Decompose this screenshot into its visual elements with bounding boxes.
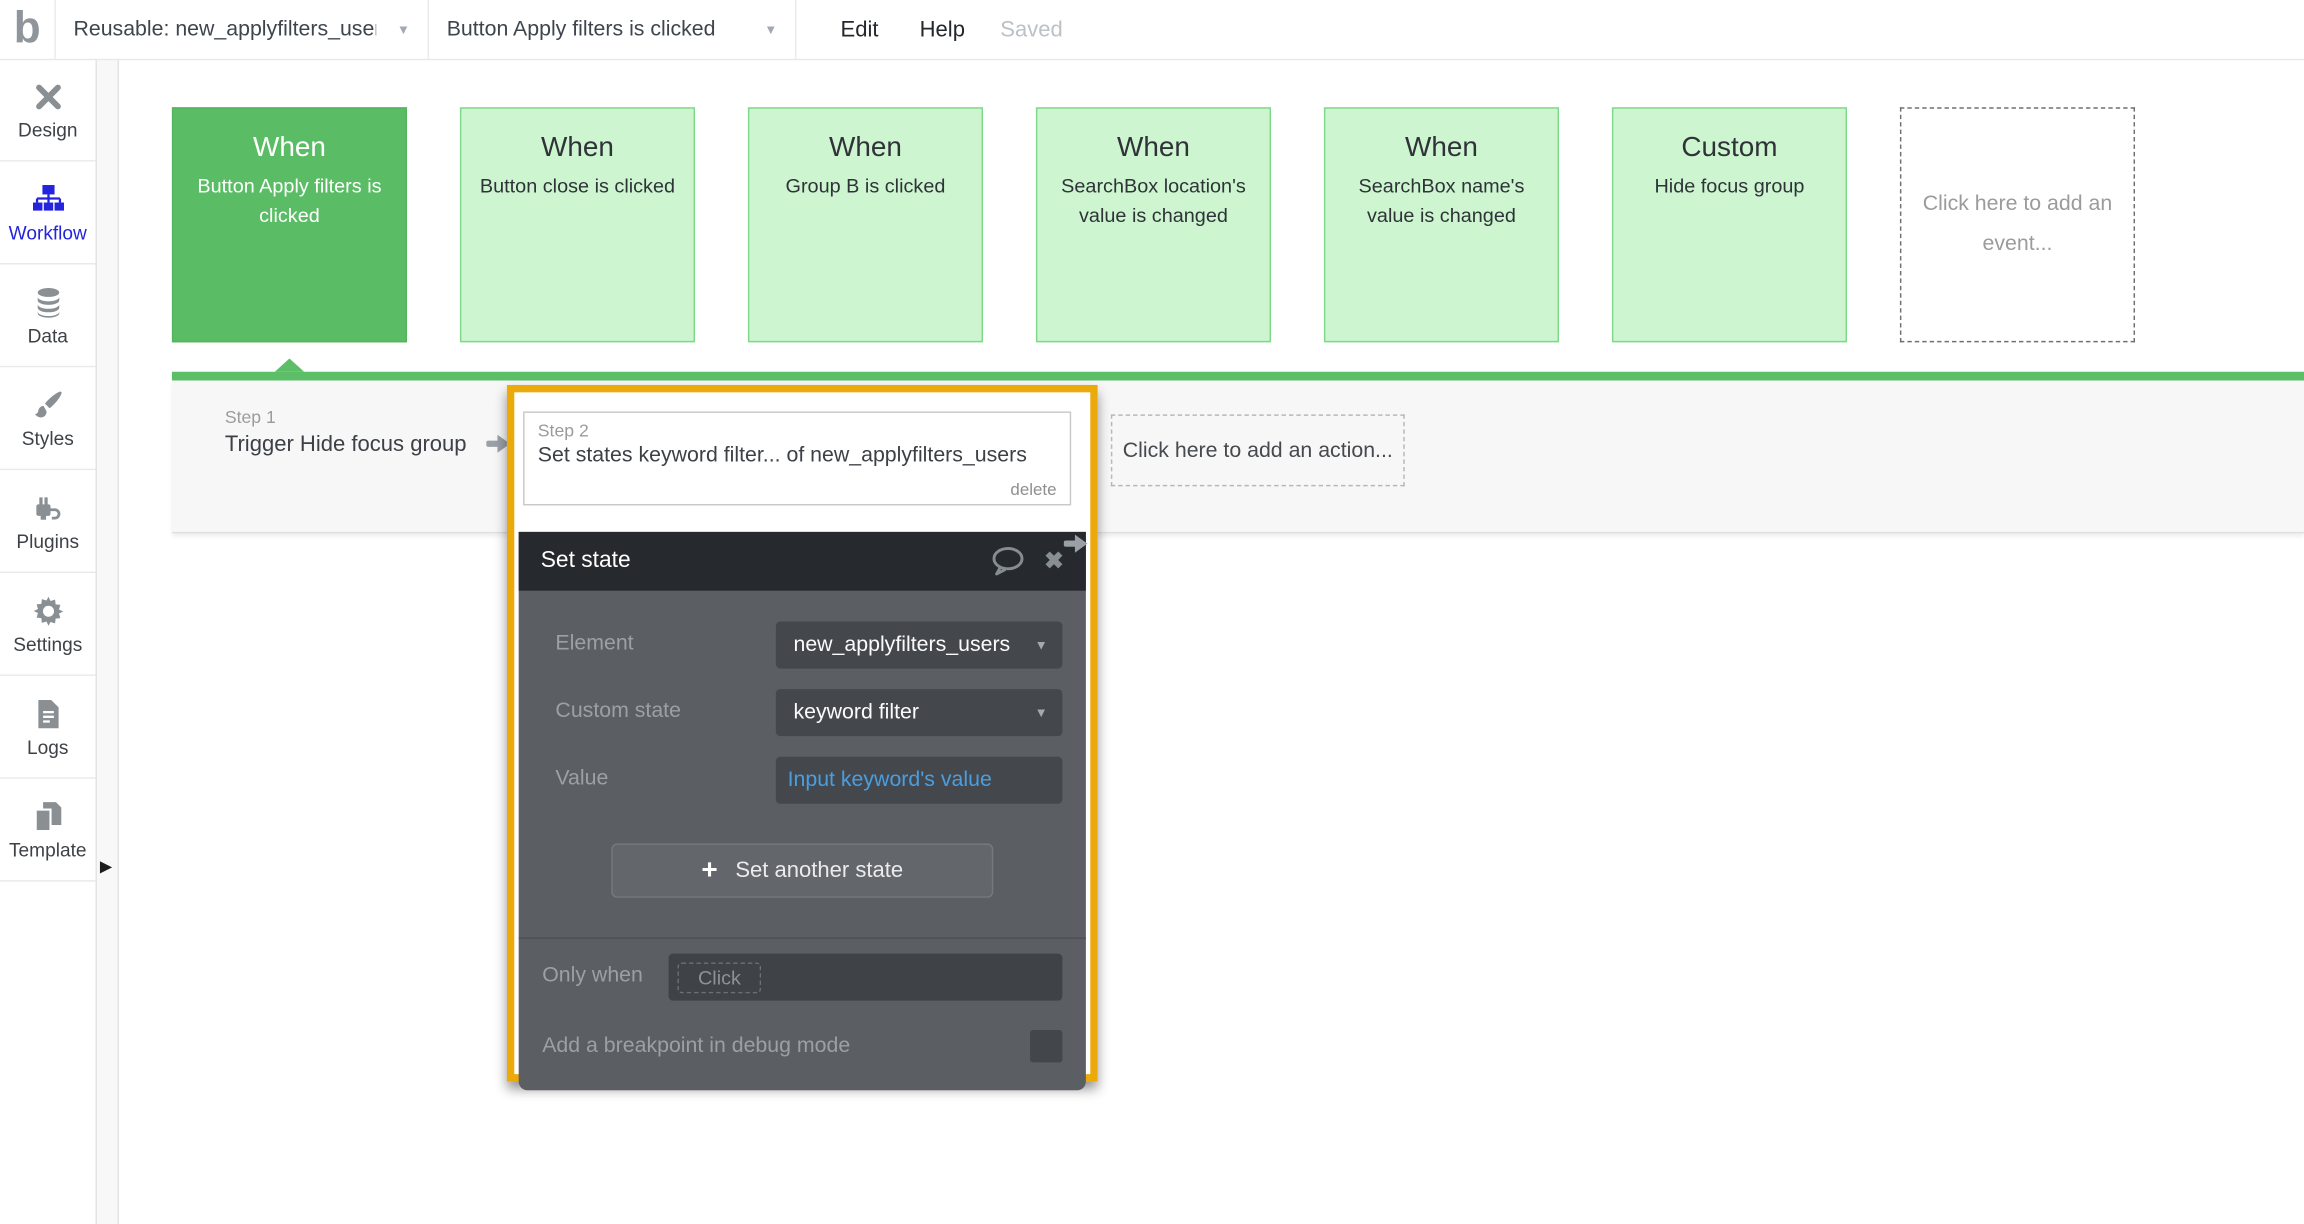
step-number-label: Step 1 <box>225 407 467 428</box>
custom-state-label: Custom state <box>542 689 681 736</box>
step-title: Set states keyword filter... of new_appl… <box>538 444 1055 468</box>
page-selector-value: Reusable: new_applyfilters_users <box>73 18 376 42</box>
event-description: Hide focus group <box>1613 172 1845 201</box>
popup-title: Set state <box>541 548 631 574</box>
event-card-1[interactable]: When Button Apply filters is clicked <box>172 107 407 342</box>
element-dropdown[interactable]: new_applyfilters_users ▼ <box>776 622 1063 669</box>
popup-header: Set state ✖ <box>519 532 1086 591</box>
sidebar-item-styles[interactable]: Styles <box>0 367 96 470</box>
event-heading: When <box>173 132 405 164</box>
actions-panel: Step 1 Trigger Hide focus group Click he… <box>172 381 2304 534</box>
event-card-6[interactable]: Custom Hide focus group <box>1612 107 1847 342</box>
expand-panel-arrow[interactable]: ▶ <box>100 857 112 876</box>
only-when-label: Only when <box>542 954 643 1001</box>
sidebar-item-label: Data <box>28 324 68 346</box>
sidebar-item-design[interactable]: Design <box>0 59 96 162</box>
popup-divider <box>519 937 1086 938</box>
workflow-selector-value: Button Apply filters is clicked <box>447 18 716 42</box>
event-heading: When <box>749 132 981 164</box>
gear-icon <box>32 593 64 628</box>
event-card-4[interactable]: When SearchBox location's value is chang… <box>1036 107 1271 342</box>
sidebar-item-label: Template <box>9 838 87 860</box>
chevron-down-icon: ▼ <box>376 23 410 36</box>
event-card-5[interactable]: When SearchBox name's value is changed <box>1324 107 1559 342</box>
sidebar-item-label: Styles <box>22 427 74 449</box>
database-icon <box>32 284 64 319</box>
selected-event-pointer <box>275 359 304 372</box>
event-description: Button Apply filters is clicked <box>173 172 405 229</box>
set-another-state-label: Set another state <box>735 858 903 883</box>
plus-icon: + <box>701 857 717 885</box>
paintbrush-icon <box>32 387 64 422</box>
comment-icon[interactable] <box>990 547 1025 576</box>
event-description: Group B is clicked <box>749 172 981 201</box>
page-selector-dropdown[interactable]: Reusable: new_applyfilters_users ▼ <box>56 0 429 59</box>
document-lines-icon <box>32 696 64 731</box>
event-description: Button close is clicked <box>461 172 693 201</box>
event-card-2[interactable]: When Button close is clicked <box>460 107 695 342</box>
element-label: Element <box>542 622 633 669</box>
design-tools-icon <box>32 79 64 114</box>
set-another-state-button[interactable]: + Set another state <box>611 843 993 897</box>
chevron-down-icon: ▼ <box>744 23 778 36</box>
click-condition-chip[interactable]: Click <box>677 962 761 993</box>
event-heading: When <box>1037 132 1269 164</box>
sidebar-item-label: Workflow <box>9 221 87 243</box>
event-card-3[interactable]: When Group B is clicked <box>748 107 983 342</box>
plug-icon <box>32 490 64 525</box>
event-heading: When <box>461 132 693 164</box>
sidebar-item-label: Design <box>18 118 77 140</box>
bubble-logo: b <box>0 0 56 59</box>
sidebar-item-workflow[interactable]: Workflow <box>0 162 96 265</box>
sidebar-item-plugins[interactable]: Plugins <box>0 470 96 573</box>
chevron-down-icon: ▼ <box>1035 706 1048 719</box>
sidebar-gutter: ▶ <box>96 59 120 1224</box>
step-title: Trigger Hide focus group <box>225 432 467 457</box>
pages-icon <box>32 799 64 834</box>
value-expression-input[interactable]: Input keyword's value <box>776 757 1063 804</box>
action-step-2[interactable]: Step 2 Set states keyword filter... of n… <box>523 411 1071 505</box>
sidebar-item-label: Settings <box>13 633 82 655</box>
value-label: Value <box>542 757 608 804</box>
custom-state-dropdown[interactable]: keyword filter ▼ <box>776 689 1063 736</box>
workflow-selector-dropdown[interactable]: Button Apply filters is clicked ▼ <box>429 0 796 59</box>
workflow-tree-icon <box>32 181 64 216</box>
highlight-frame: Step 2 Set states keyword filter... of n… <box>507 385 1098 1081</box>
popup-body: Element new_applyfilters_users ▼ Custom … <box>519 622 1086 1091</box>
sidebar-item-logs[interactable]: Logs <box>0 676 96 779</box>
add-action-button[interactable]: Click here to add an action... <box>1111 414 1405 486</box>
breakpoint-checkbox[interactable] <box>1030 1030 1062 1062</box>
topbar: b Reusable: new_applyfilters_users ▼ But… <box>0 0 2304 60</box>
set-state-popup: Set state ✖ Element <box>519 532 1086 1090</box>
sidebar-item-data[interactable]: Data <box>0 264 96 367</box>
only-when-input[interactable]: Click <box>669 954 1063 1001</box>
sidebar: Design Workflow Data Styles Plugins Sett… <box>0 59 96 882</box>
selected-event-bar <box>172 372 2304 381</box>
sidebar-item-template[interactable]: Template <box>0 779 96 882</box>
custom-state-value: keyword filter <box>793 701 919 725</box>
add-event-button[interactable]: Click here to add an event... <box>1900 107 2135 342</box>
events-row: When Button Apply filters is clicked Whe… <box>172 107 2135 342</box>
element-value: new_applyfilters_users <box>793 633 1010 657</box>
workflow-canvas: When Button Apply filters is clicked Whe… <box>119 59 2304 1224</box>
event-description: SearchBox location's value is changed <box>1037 172 1269 229</box>
sidebar-item-settings[interactable]: Settings <box>0 573 96 676</box>
topbar-menu: Edit Help Saved <box>820 17 1078 42</box>
event-heading: When <box>1325 132 1557 164</box>
action-step-1[interactable]: Step 1 Trigger Hide focus group <box>225 407 467 457</box>
sidebar-item-label: Logs <box>27 735 68 757</box>
menu-edit[interactable]: Edit <box>820 17 899 42</box>
menu-help[interactable]: Help <box>899 17 985 42</box>
breakpoint-label: Add a breakpoint in debug mode <box>542 1034 850 1058</box>
step-arrow-icon <box>1064 533 1089 554</box>
close-icon[interactable]: ✖ <box>1044 547 1064 576</box>
event-heading: Custom <box>1613 132 1845 164</box>
delete-action-link[interactable]: delete <box>1010 482 1056 500</box>
chevron-down-icon: ▼ <box>1035 638 1048 651</box>
event-description: SearchBox name's value is changed <box>1325 172 1557 229</box>
step-number-label: Step 2 <box>538 420 1055 441</box>
sidebar-item-label: Plugins <box>16 530 79 552</box>
save-status: Saved <box>986 17 1078 42</box>
bubble-editor-window: b Reusable: new_applyfilters_users ▼ But… <box>0 0 2304 1224</box>
